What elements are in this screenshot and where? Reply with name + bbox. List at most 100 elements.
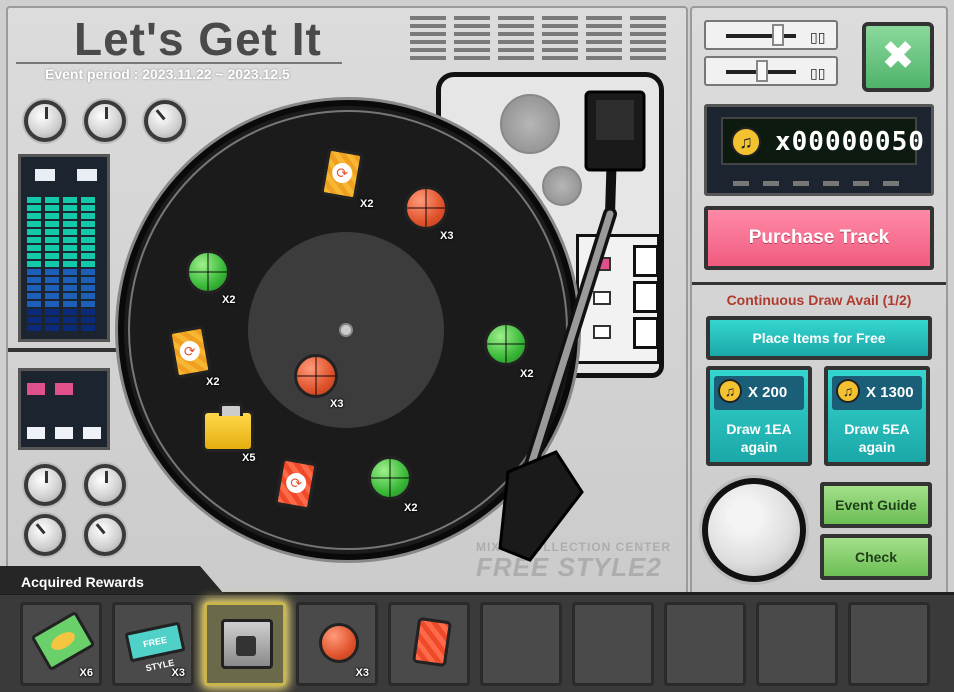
eq-cell [63, 325, 77, 331]
knob-6[interactable] [24, 514, 66, 556]
knob-3[interactable] [144, 100, 186, 142]
reward-slot-3[interactable] [204, 602, 286, 686]
item-qty: X2 [520, 368, 534, 380]
watermark-big: FREE STYLE2 [476, 552, 662, 582]
eq-cell [45, 317, 59, 323]
eq-cell [63, 309, 77, 315]
music-note-icon: ♫ [718, 379, 742, 403]
draw-cost: X 1300 [866, 384, 914, 401]
event-guide-button[interactable]: Event Guide [820, 482, 932, 528]
eq-cap-left [35, 169, 55, 181]
reward-qty: X3 [171, 667, 185, 679]
event-title: Let's Get It [74, 13, 322, 65]
currency-display: ♫ x00000050 [704, 104, 934, 196]
item-qty: X2 [360, 198, 374, 210]
eq-cell [45, 277, 59, 283]
draw-cost-box: ♫ X 200 [714, 376, 804, 410]
speaker-large [500, 94, 560, 154]
orange-basketball-icon [404, 186, 448, 230]
item-qty: X2 [206, 376, 220, 388]
meter-led-2 [593, 325, 611, 339]
purchase-track-button[interactable]: Purchase Track [704, 206, 934, 270]
speaker-icon: ▯▯ [810, 65, 826, 81]
eq-cell [45, 261, 59, 267]
slider-handle[interactable] [756, 60, 768, 82]
knob-4[interactable] [24, 464, 66, 506]
eq-cell [63, 301, 77, 307]
reward-slot-4[interactable]: X3 [296, 602, 378, 686]
volume-slider-2[interactable]: ▯▯ [704, 56, 838, 86]
eq-cell [27, 301, 41, 307]
eq-cell [45, 245, 59, 251]
draw-label-line1: Draw 1EA [726, 421, 792, 437]
eq-bars [27, 197, 95, 331]
reward-slot-9 [756, 602, 838, 686]
eq-cell [27, 261, 41, 267]
eq-cell [27, 221, 41, 227]
currency-lcd: ♫ x00000050 [721, 117, 924, 165]
draw-5ea-button[interactable]: ♫ X 1300 Draw 5EA again [824, 366, 930, 466]
draw-label-line1: Draw 5EA [844, 421, 910, 437]
jog-wheel[interactable] [702, 478, 806, 582]
event-screen: Let's Get It Event period : 2023.11.22 ~… [0, 0, 954, 692]
draw-label: Draw 5EA again [828, 420, 926, 456]
knob-5[interactable] [84, 464, 126, 506]
eq-cell [27, 253, 41, 259]
pad-pink-1[interactable] [27, 383, 45, 395]
knob-1[interactable] [24, 100, 66, 142]
eq-cell [81, 253, 95, 259]
pad-white-1[interactable] [27, 427, 45, 439]
item-qty: X3 [330, 398, 344, 410]
eq-cell [27, 277, 41, 283]
pad-white-2[interactable] [55, 427, 73, 439]
reward-slot-10 [848, 602, 930, 686]
knob-7[interactable] [84, 514, 126, 556]
eq-cell [45, 205, 59, 211]
eq-cell [63, 245, 77, 251]
eq-cell [63, 277, 77, 283]
title-divider [16, 62, 342, 64]
eq-cell [45, 253, 59, 259]
item-qty: X2 [222, 294, 236, 306]
eq-cell [81, 285, 95, 291]
volume-slider-1[interactable]: ▯▯ [704, 20, 838, 50]
eq-cell [27, 229, 41, 235]
eq-cell [81, 293, 95, 299]
eq-cell [45, 301, 59, 307]
check-button[interactable]: Check [820, 534, 932, 580]
eq-cell [27, 293, 41, 299]
eq-cell [81, 317, 95, 323]
rewards-title: Acquired Rewards [21, 574, 144, 590]
knob-2[interactable] [84, 100, 126, 142]
pad-pink-2[interactable] [55, 383, 73, 395]
eq-cell [63, 205, 77, 211]
eq-column [63, 197, 77, 331]
eq-cell [63, 269, 77, 275]
eq-cell [27, 237, 41, 243]
eq-cell [63, 221, 77, 227]
sample-pads [18, 368, 110, 450]
eq-cell [45, 229, 59, 235]
pad-white-3[interactable] [83, 427, 101, 439]
orange-basketball-icon [319, 623, 359, 663]
draw-1ea-button[interactable]: ♫ X 200 Draw 1EA again [706, 366, 812, 466]
speaker-vent [410, 16, 670, 60]
slider-handle[interactable] [772, 24, 784, 46]
draw-cost: X 200 [748, 384, 788, 401]
eq-cell [45, 197, 59, 203]
right-divider [692, 282, 946, 285]
reward-slot-7 [572, 602, 654, 686]
meter-slot-2 [633, 281, 659, 313]
reward-slot-1[interactable]: X6 [20, 602, 102, 686]
eq-cap-right [77, 169, 97, 181]
eq-cell [45, 237, 59, 243]
close-button[interactable]: ✖ [862, 22, 934, 92]
reward-slot-5[interactable] [388, 602, 470, 686]
eq-cell [27, 197, 41, 203]
reward-qty: X6 [79, 667, 93, 679]
amp-box-icon [221, 619, 273, 669]
reward-slot-2[interactable]: FREE STYLE X3 [112, 602, 194, 686]
eq-cell [27, 205, 41, 211]
eq-cell [45, 309, 59, 315]
place-items-free-button[interactable]: Place Items for Free [706, 316, 932, 360]
